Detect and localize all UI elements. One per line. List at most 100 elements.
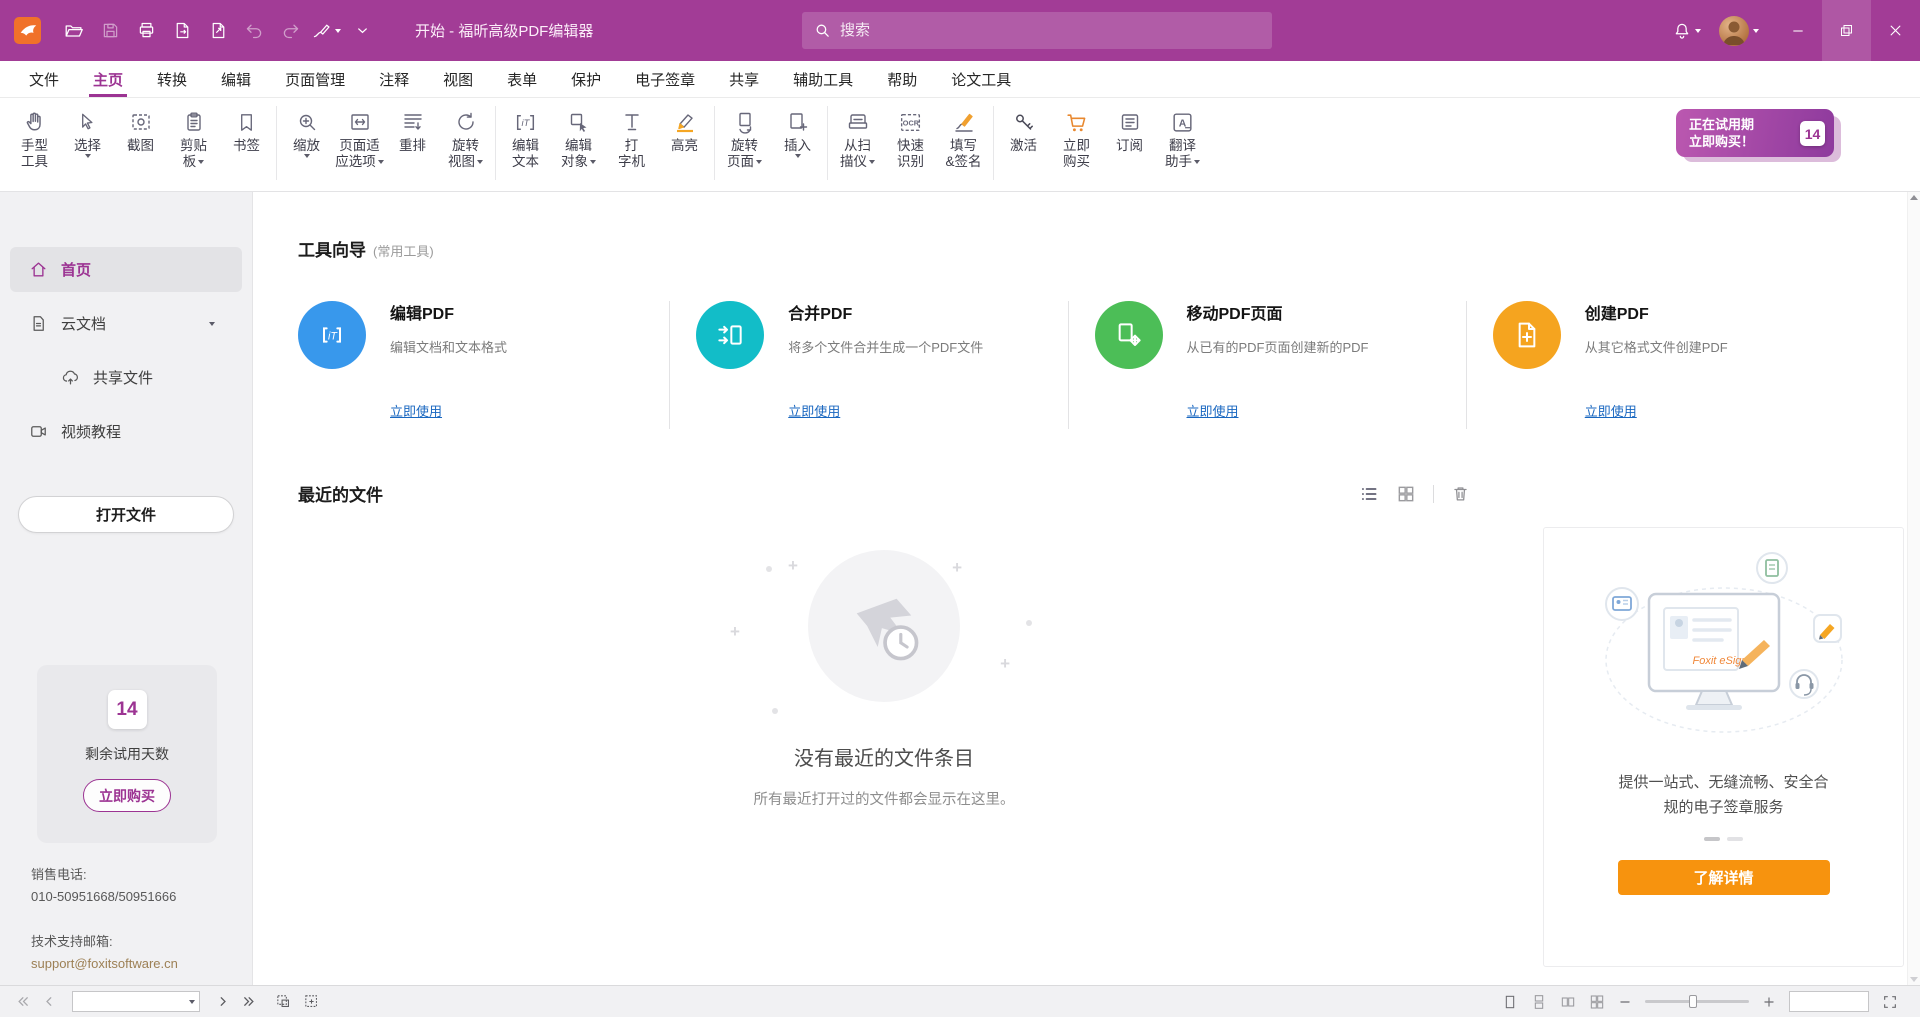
scroll-down-arrow-icon[interactable]: [1910, 977, 1918, 982]
ribbon-button-typewriter[interactable]: 打 字机: [605, 103, 658, 170]
open-file-icon-button[interactable]: [57, 14, 91, 48]
account-caret-icon[interactable]: [1753, 29, 1759, 33]
carousel-dot[interactable]: [1727, 837, 1743, 841]
ribbon-button-snapshot[interactable]: 截图: [114, 103, 167, 154]
menu-organize[interactable]: 页面管理: [268, 61, 362, 97]
search-box[interactable]: [802, 12, 1272, 49]
menu-file[interactable]: 文件: [12, 61, 76, 97]
grid-view-icon[interactable]: [1396, 484, 1416, 504]
zoom-slider-thumb[interactable]: [1689, 995, 1697, 1008]
notifications-bell-button[interactable]: [1669, 14, 1703, 48]
continuous-view-button[interactable]: [1531, 994, 1547, 1010]
save-icon-button[interactable]: [93, 14, 127, 48]
menu-accessibility[interactable]: 辅助工具: [776, 61, 870, 97]
convert-doc-icon-button[interactable]: [201, 14, 235, 48]
sidebar-item-video-tutorials[interactable]: 视频教程: [10, 409, 242, 454]
menu-protect[interactable]: 保护: [554, 61, 618, 97]
menu-home[interactable]: 主页: [76, 61, 140, 97]
facing-view-button[interactable]: [1560, 994, 1576, 1010]
content-scrollbar[interactable]: [1907, 192, 1920, 985]
buy-now-button[interactable]: 立即购买: [83, 779, 171, 812]
menu-comment[interactable]: 注释: [362, 61, 426, 97]
page-dropdown-caret-icon[interactable]: [189, 1000, 195, 1004]
menu-esign[interactable]: 电子签章: [618, 61, 712, 97]
ribbon-button-zoom[interactable]: 缩放: [280, 103, 333, 158]
sign-tool-button[interactable]: [309, 14, 343, 48]
scroll-up-arrow-icon[interactable]: [1910, 195, 1918, 200]
use-now-link[interactable]: 立即使用: [788, 401, 840, 420]
ribbon-button-edit-object[interactable]: 编辑 对象: [552, 103, 605, 170]
zoom-percentage-input[interactable]: [1789, 991, 1869, 1012]
sidebar-item-shared-files[interactable]: 共享文件: [10, 355, 242, 400]
snapshot-tool-button[interactable]: [275, 993, 292, 1010]
ribbon-button-edit-text[interactable]: iT 编辑 文本: [499, 103, 552, 170]
trial-banner[interactable]: 正在试用期 立即购买！ 14: [1676, 109, 1834, 157]
ribbon-button-clipboard[interactable]: 剪贴 板: [167, 103, 220, 170]
trash-icon[interactable]: [1451, 484, 1470, 503]
ribbon-button-bookmark[interactable]: 书签: [220, 103, 273, 154]
tool-card-move-pdf-pages[interactable]: 移动PDF页面 从已有的PDF页面创建新的PDF 立即使用: [1095, 295, 1452, 429]
redo-icon-button[interactable]: [273, 14, 307, 48]
ribbon-button-hand-tool[interactable]: 手型 工具: [8, 103, 61, 170]
ribbon-button-buy-now[interactable]: 立即 购买: [1050, 103, 1103, 170]
ribbon-button-page-fit-options[interactable]: 页面适 应选项: [333, 103, 386, 170]
ribbon-button-insert[interactable]: 插入: [771, 103, 824, 158]
expand-caret-icon[interactable]: [209, 322, 215, 326]
collapse-ribbon-button[interactable]: [345, 14, 379, 48]
search-input[interactable]: [840, 22, 1260, 39]
tools-wizard-heading: 工具向导: [298, 236, 366, 261]
menu-view[interactable]: 视图: [426, 61, 490, 97]
ribbon-button-fill-sign[interactable]: 填写 &签名: [937, 103, 990, 170]
restore-button[interactable]: [1822, 0, 1871, 61]
ribbon-button-activate[interactable]: 激活: [997, 103, 1050, 154]
sidebar-item-home[interactable]: 首页: [10, 247, 242, 292]
open-file-button[interactable]: 打开文件: [18, 496, 234, 533]
menu-share[interactable]: 共享: [712, 61, 776, 97]
use-now-link[interactable]: 立即使用: [1585, 401, 1637, 420]
ribbon-button-highlight[interactable]: 高亮: [658, 103, 711, 154]
export-doc-icon-button[interactable]: [165, 14, 199, 48]
close-button[interactable]: [1871, 0, 1920, 61]
select-area-button[interactable]: [303, 993, 320, 1010]
use-now-link[interactable]: 立即使用: [390, 401, 442, 420]
sidebar-item-cloud-docs[interactable]: 云文档: [10, 301, 242, 346]
use-now-link[interactable]: 立即使用: [1187, 401, 1239, 420]
last-page-button[interactable]: [241, 994, 256, 1009]
list-view-icon[interactable]: [1359, 484, 1379, 504]
minimize-button[interactable]: [1773, 0, 1822, 61]
menu-form[interactable]: 表单: [490, 61, 554, 97]
zoom-out-button[interactable]: [1618, 995, 1632, 1009]
ribbon-button-rotate-pages[interactable]: 旋转 页面: [718, 103, 771, 170]
first-page-button[interactable]: [16, 994, 31, 1009]
menu-help[interactable]: 帮助: [870, 61, 934, 97]
learn-more-button[interactable]: 了解详情: [1618, 860, 1830, 895]
single-page-view-button[interactable]: [1502, 994, 1518, 1010]
zoom-in-button[interactable]: [1762, 995, 1776, 1009]
ribbon-button-translate-assistant[interactable]: A 翻译 助手: [1156, 103, 1209, 170]
menu-edit[interactable]: 编辑: [204, 61, 268, 97]
ribbon-button-subscribe[interactable]: 订阅: [1103, 103, 1156, 154]
carousel-dot-active[interactable]: [1704, 837, 1720, 841]
fullscreen-button[interactable]: [1882, 994, 1898, 1010]
facing-continuous-view-button[interactable]: [1589, 994, 1605, 1010]
tool-card-merge-pdf[interactable]: 合并PDF 将多个文件合并生成一个PDF文件 立即使用: [696, 295, 1053, 429]
previous-page-button[interactable]: [42, 994, 57, 1009]
tool-card-create-pdf[interactable]: 创建PDF 从其它格式文件创建PDF 立即使用: [1493, 295, 1850, 429]
user-avatar[interactable]: [1719, 16, 1749, 46]
tool-card-edit-pdf[interactable]: iT 编辑PDF 编辑文档和文本格式 立即使用: [298, 295, 655, 429]
menu-convert[interactable]: 转换: [140, 61, 204, 97]
zoom-slider[interactable]: [1645, 1000, 1749, 1003]
page-number-field[interactable]: [72, 991, 200, 1012]
menu-paper-tools[interactable]: 论文工具: [934, 61, 1028, 97]
page-number-input[interactable]: [72, 991, 200, 1012]
print-icon-button[interactable]: [129, 14, 163, 48]
trial-days-label: 剩余试用天数: [37, 744, 217, 764]
ribbon-button-reflow[interactable]: 重排: [386, 103, 439, 154]
next-page-button[interactable]: [215, 994, 230, 1009]
ribbon-button-select[interactable]: 选择: [61, 103, 114, 158]
ribbon-button-rotate-view[interactable]: 旋转 视图: [439, 103, 492, 170]
undo-icon-button[interactable]: [237, 14, 271, 48]
support-email-link[interactable]: support@foxitsoftware.cn: [31, 953, 178, 975]
ribbon-button-quick-ocr[interactable]: OCR 快速 识别: [884, 103, 937, 170]
ribbon-button-from-scanner[interactable]: 从扫 描仪: [831, 103, 884, 170]
